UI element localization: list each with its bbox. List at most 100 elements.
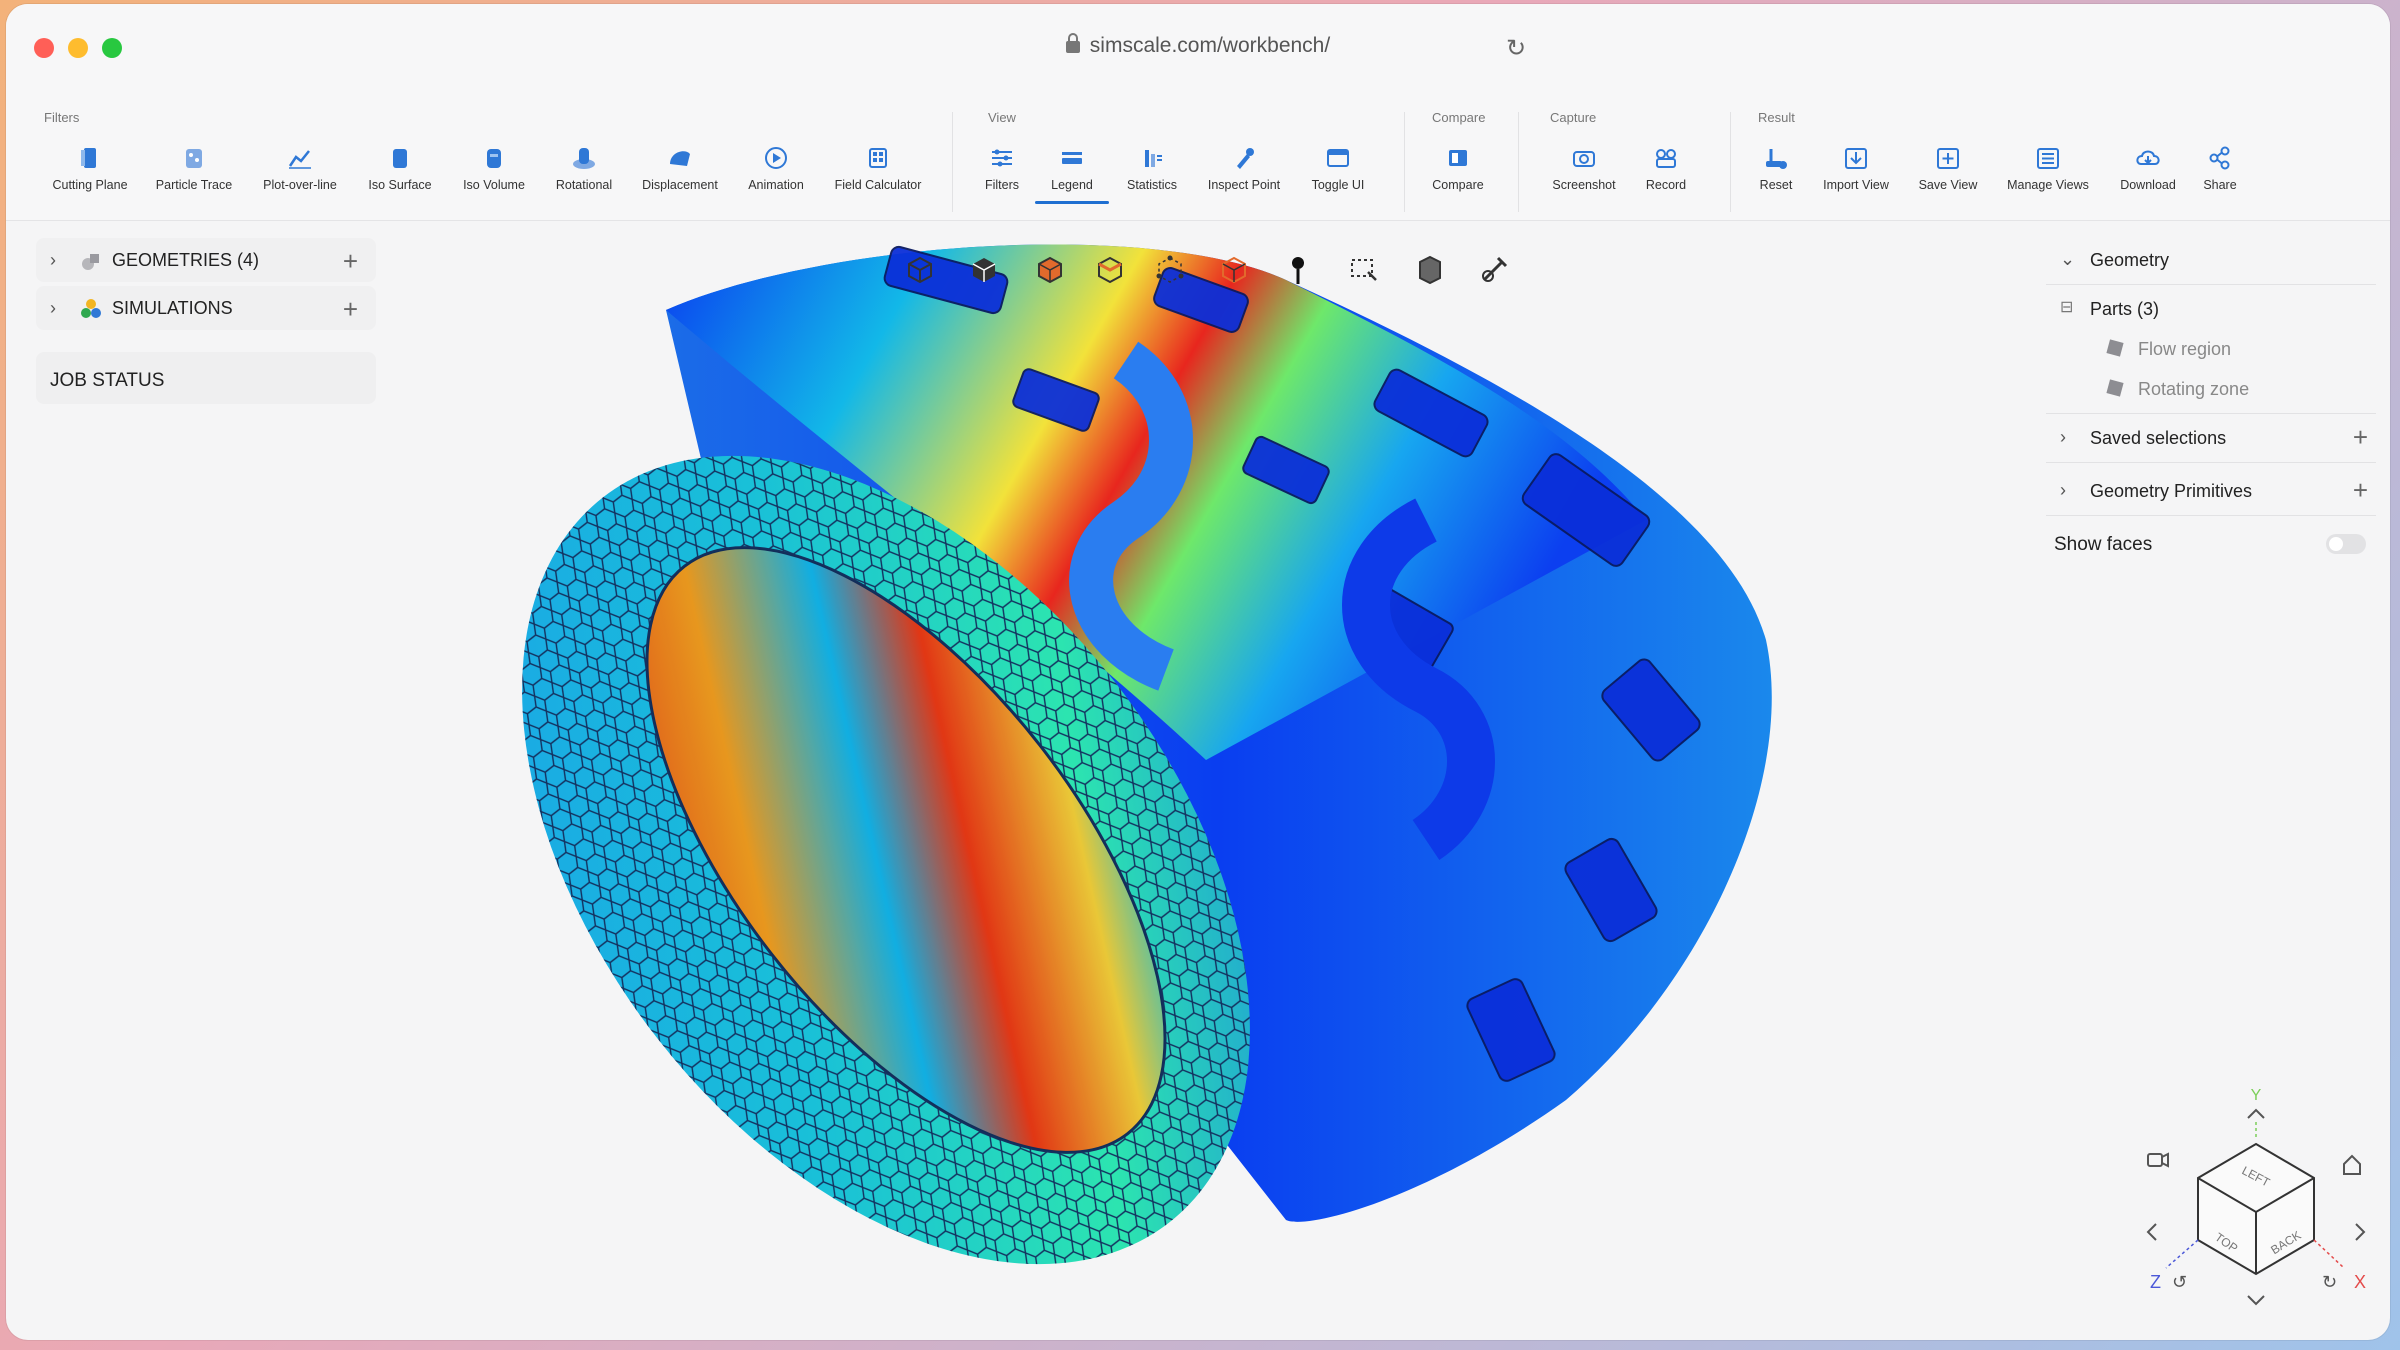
roll-left-icon[interactable]: ↺ [2172, 1272, 2187, 1293]
rotate-down-icon[interactable] [2247, 1295, 2265, 1306]
chevron-down-icon[interactable]: ⌄ [2060, 249, 2075, 270]
home-icon[interactable] [2343, 1154, 2361, 1175]
import-icon [1845, 148, 1867, 169]
rotate-right-icon[interactable] [2355, 1223, 2366, 1241]
tool-label: Displacement [642, 178, 718, 192]
tool-label: Import View [1823, 178, 1889, 192]
add-primitive-icon[interactable]: + [2353, 475, 2368, 506]
tool-label: Rotational [555, 178, 613, 192]
part-item[interactable]: Flow region [2046, 329, 2376, 369]
group-label: Result [1758, 110, 1795, 125]
tool-label: Toggle UI [1311, 178, 1365, 192]
toggle-ui-icon [1327, 149, 1349, 167]
box-select-icon[interactable] [1346, 252, 1382, 288]
parts-label: Parts (3) [2090, 299, 2160, 319]
solid-cube-icon[interactable] [966, 252, 1002, 288]
tree-item-label: SIMULATIONS [112, 298, 233, 318]
record-button[interactable]: Record [1611, 144, 1721, 192]
animation-button[interactable]: Animation [721, 144, 831, 192]
manage-views-icon [2037, 148, 2059, 169]
url-text: simscale.com/workbench/ [1089, 34, 1331, 57]
roll-right-icon[interactable]: ↻ [2322, 1272, 2337, 1293]
rotate-up-icon[interactable] [2247, 1108, 2265, 1119]
cutting-plane-button[interactable]: Cutting Plane [35, 144, 145, 192]
pin-icon[interactable] [1280, 252, 1316, 288]
reload-icon[interactable]: ↻ [1506, 34, 1526, 63]
saved-selections-row[interactable]: › Saved selections + [2046, 418, 2376, 458]
select-vertex-icon[interactable] [1152, 252, 1188, 288]
save-view-button[interactable]: Save View [1893, 144, 2003, 192]
tool-label: Save View [1918, 178, 1978, 192]
displacement-button[interactable]: Displacement [625, 144, 735, 192]
toolbar-group-view: View Filters Legend Statistics Inspect P… [985, 110, 1388, 210]
select-edge-icon[interactable] [1216, 252, 1252, 288]
tool-label: Animation [748, 178, 804, 192]
tree-item-simulations[interactable]: › SIMULATIONS + [36, 286, 376, 330]
chevron-right-icon[interactable]: › [50, 250, 56, 271]
add-simulation-icon[interactable]: + [343, 294, 358, 325]
tool-label: Record [1645, 178, 1687, 192]
axis-x-label: X [2354, 1272, 2366, 1292]
address-bar[interactable]: simscale.com/workbench/ [6, 33, 2390, 58]
plot-over-line-icon [288, 150, 311, 169]
add-view-icon [1937, 148, 1959, 169]
toolbar-group-filters: Filters Cutting Plane Particle Trace Plo… [44, 110, 924, 210]
orientation-cube[interactable]: Y LEFT TOP BACK Z X ↺ ↻ [2136, 1084, 2376, 1314]
group-label: Compare [1432, 110, 1486, 125]
compare-button[interactable]: Compare [1403, 144, 1513, 192]
divider [2046, 284, 2376, 285]
cutting-plane-icon [81, 148, 96, 168]
app-window: simscale.com/workbench/ ↻ Filters Cuttin… [6, 4, 2390, 1340]
reset-icon [1766, 149, 1787, 169]
tool-label: Iso Surface [368, 178, 432, 192]
manage-views-button[interactable]: Manage Views [1993, 144, 2103, 192]
rotate-left-icon[interactable] [2146, 1223, 2157, 1241]
share-button[interactable]: Share [2165, 144, 2275, 192]
particle-trace-button[interactable]: Particle Trace [139, 144, 249, 192]
tool-label: Share [2203, 178, 2237, 192]
toggle-ui-button[interactable]: Toggle UI [1283, 144, 1393, 192]
record-icon [1656, 149, 1676, 168]
tool-label: Legend [1051, 178, 1093, 192]
collapse-icon[interactable]: ⊟ [2060, 297, 2073, 317]
chevron-right-icon[interactable]: › [2060, 480, 2066, 501]
tool-label: Screenshot [1552, 178, 1616, 192]
saved-selections-label: Saved selections [2090, 428, 2227, 448]
select-face-icon[interactable] [1032, 252, 1068, 288]
plot-over-line-button[interactable]: Plot-over-line [245, 144, 355, 192]
divider [2046, 515, 2376, 516]
lock-icon [1065, 33, 1080, 53]
tool-label: Iso Volume [463, 178, 525, 192]
select-volume-icon[interactable] [1092, 252, 1128, 288]
hide-parts-icon[interactable] [1412, 252, 1448, 288]
clip-tool-icon[interactable] [1476, 252, 1512, 288]
add-geometry-icon[interactable]: + [343, 246, 358, 277]
rotational-icon [573, 148, 595, 169]
tool-label: Field Calculator [834, 178, 922, 192]
part-label: Rotating zone [2138, 379, 2250, 399]
part-cube-icon [2106, 339, 2124, 357]
part-cube-icon [2106, 379, 2124, 397]
wireframe-cube-icon[interactable] [902, 252, 938, 288]
chevron-right-icon[interactable]: › [50, 298, 56, 319]
geometry-section-header[interactable]: ⌄ Geometry [2046, 240, 2376, 280]
tool-label: Statistics [1126, 178, 1177, 192]
part-item[interactable]: Rotating zone [2046, 369, 2376, 409]
chevron-right-icon[interactable]: › [2060, 427, 2066, 448]
job-status-header[interactable]: JOB STATUS [36, 352, 376, 404]
geometry-primitives-row[interactable]: › Geometry Primitives + [2046, 471, 2376, 511]
geometry-primitives-label: Geometry Primitives [2090, 481, 2253, 501]
browser-titlebar: simscale.com/workbench/ ↻ [6, 4, 2390, 92]
camera-view-icon[interactable] [2147, 1153, 2163, 1167]
tree-item-geometries[interactable]: › GEOMETRIES (4) + [36, 238, 376, 282]
show-faces-toggle[interactable] [2326, 534, 2366, 554]
toolbar-divider [1518, 112, 1519, 212]
axis-z-label: Z [2150, 1272, 2161, 1292]
tool-label: Manage Views [2007, 178, 2089, 192]
tool-label: Reset [1759, 178, 1793, 192]
toolbar-group-result: Result Reset Import View Save View Manag… [1758, 110, 2238, 210]
add-selection-icon[interactable]: + [2353, 422, 2368, 453]
field-calculator-button[interactable]: Field Calculator [823, 144, 933, 192]
rotational-button[interactable]: Rotational [529, 144, 639, 192]
parts-group[interactable]: ⊟ Parts (3) [2046, 289, 2376, 329]
